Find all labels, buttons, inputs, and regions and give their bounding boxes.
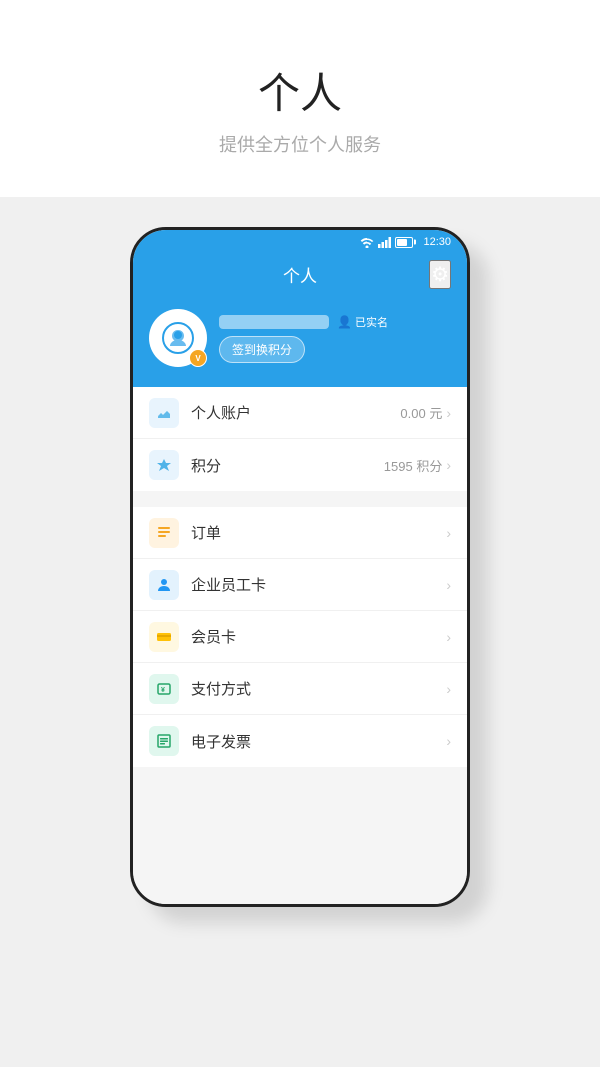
employee-label: 企业员工卡 <box>191 574 442 595</box>
page-subtitle: 提供全方位个人服务 <box>219 131 381 157</box>
vip-badge: V <box>189 349 207 367</box>
user-name-blur <box>219 315 329 329</box>
menu-item-employee[interactable]: 企业员工卡 › <box>133 559 467 611</box>
points-value: 1595 积分 <box>384 456 443 475</box>
app-header: 个人 ⚙ <box>133 254 467 299</box>
svg-text:¥: ¥ <box>161 687 165 694</box>
status-time: 12:30 <box>423 236 451 248</box>
menu-item-member[interactable]: 会员卡 › <box>133 611 467 663</box>
order-label: 订单 <box>191 522 442 543</box>
points-label: 积分 <box>191 455 384 476</box>
verified-badge: 👤 已实名 <box>337 314 388 330</box>
user-section: V 👤 已实名 签到换积分 <box>133 299 467 387</box>
menu-item-order[interactable]: 订单 › <box>133 507 467 559</box>
user-info: 👤 已实名 签到换积分 <box>219 314 388 363</box>
points-chevron: › <box>446 457 451 473</box>
payment-label: 支付方式 <box>191 678 442 699</box>
settings-button[interactable]: ⚙ <box>429 260 451 289</box>
employee-icon <box>149 570 179 600</box>
invoice-icon <box>149 726 179 756</box>
avatar-container: V <box>149 309 207 367</box>
signal-icon <box>378 237 391 248</box>
account-value: 0.00 元 <box>400 403 442 422</box>
battery-fill <box>397 239 407 246</box>
invoice-chevron: › <box>446 733 451 749</box>
menu-list: 个人账户 0.00 元 › 积分 1595 积分 › <box>133 387 467 904</box>
status-bar: 12:30 <box>133 230 467 254</box>
account-label: 个人账户 <box>191 402 400 423</box>
phone-frame: 12:30 个人 ⚙ V <box>130 227 470 907</box>
verified-icon: 👤 <box>337 315 352 329</box>
order-icon <box>149 518 179 548</box>
member-icon <box>149 622 179 652</box>
app-header-title: 个人 <box>283 262 317 287</box>
member-chevron: › <box>446 629 451 645</box>
status-icons <box>360 237 413 248</box>
menu-item-points[interactable]: 积分 1595 积分 › <box>133 439 467 491</box>
invoice-label: 电子发票 <box>191 731 442 752</box>
account-icon <box>149 398 179 428</box>
divider <box>133 499 467 507</box>
order-chevron: › <box>446 525 451 541</box>
verified-text: 已实名 <box>355 314 388 330</box>
wifi-icon <box>360 237 374 248</box>
battery-icon <box>395 237 413 248</box>
phone-mockup: 12:30 个人 ⚙ V <box>130 227 470 907</box>
page-title: 个人 <box>258 60 342 121</box>
menu-group-1: 个人账户 0.00 元 › 积分 1595 积分 › <box>133 387 467 491</box>
member-label: 会员卡 <box>191 626 442 647</box>
menu-item-account[interactable]: 个人账户 0.00 元 › <box>133 387 467 439</box>
employee-chevron: › <box>446 577 451 593</box>
user-name-row: 👤 已实名 <box>219 314 388 330</box>
payment-icon: ¥ <box>149 674 179 704</box>
menu-item-payment[interactable]: ¥ 支付方式 › <box>133 663 467 715</box>
page-header: 个人 提供全方位个人服务 <box>0 0 600 197</box>
menu-item-invoice[interactable]: 电子发票 › <box>133 715 467 767</box>
points-icon <box>149 450 179 480</box>
payment-chevron: › <box>446 681 451 697</box>
checkin-button[interactable]: 签到换积分 <box>219 336 305 363</box>
menu-group-2: 订单 › 企业员工卡 › <box>133 507 467 767</box>
account-chevron: › <box>446 405 451 421</box>
